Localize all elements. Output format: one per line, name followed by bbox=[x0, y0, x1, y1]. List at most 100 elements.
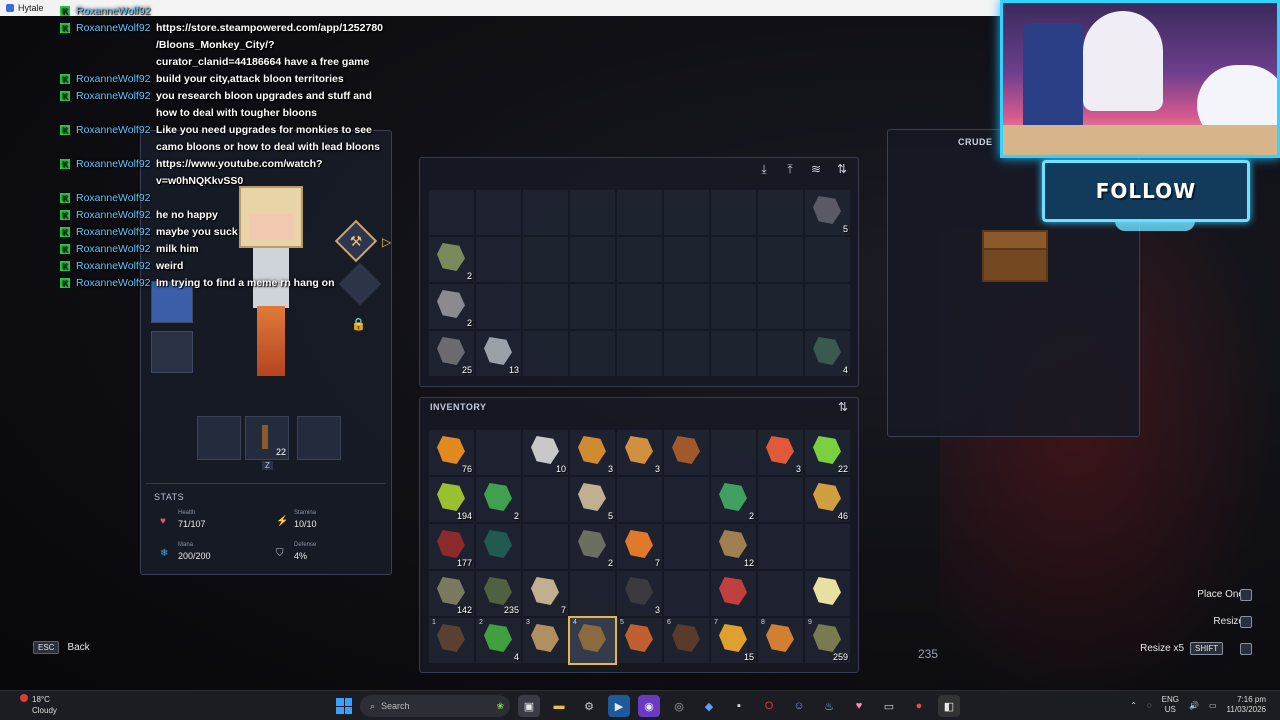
app-icon-heart[interactable]: ♥ bbox=[848, 695, 870, 717]
taskbar-search[interactable]: ⌕ Search ❀ bbox=[360, 695, 510, 717]
clock[interactable]: 7:16 pm 11/03/2026 bbox=[1227, 695, 1266, 715]
inventory-slot[interactable]: 10 bbox=[523, 430, 568, 475]
app-icon-purple[interactable]: ◉ bbox=[638, 695, 660, 717]
app-icon-diamond[interactable]: ◆ bbox=[698, 695, 720, 717]
storage-slot[interactable] bbox=[570, 190, 615, 235]
storage-slot[interactable]: 25 bbox=[429, 331, 474, 376]
storage-slot[interactable] bbox=[664, 331, 709, 376]
storage-slot[interactable] bbox=[523, 284, 568, 329]
inventory-slot[interactable] bbox=[523, 477, 568, 522]
app-icon-red[interactable]: ● bbox=[908, 695, 930, 717]
inventory-slot[interactable]: 3 bbox=[617, 571, 662, 616]
inventory-slot[interactable]: 24 bbox=[476, 618, 521, 663]
windows-start-icon[interactable] bbox=[336, 698, 352, 714]
weather-widget[interactable]: 18°C Cloudy bbox=[20, 694, 57, 716]
app-icon-terminal[interactable]: ▪ bbox=[728, 695, 750, 717]
stack-icon[interactable]: ≋ bbox=[808, 162, 824, 177]
app-icon-monitor[interactable]: ▭ bbox=[878, 695, 900, 717]
inventory-slot[interactable]: 5 bbox=[617, 618, 662, 663]
tray-chevron-icon[interactable]: ⌃ bbox=[1130, 701, 1137, 710]
storage-slot[interactable] bbox=[570, 331, 615, 376]
inventory-slot[interactable]: 2 bbox=[476, 477, 521, 522]
chat-username[interactable]: RoxanneWolf92 bbox=[76, 3, 156, 20]
inventory-slot[interactable] bbox=[476, 524, 521, 569]
inventory-slot[interactable] bbox=[805, 571, 850, 616]
storage-slot[interactable] bbox=[476, 284, 521, 329]
storage-slot[interactable] bbox=[805, 284, 850, 329]
hytale-taskbar-icon[interactable]: ◧ bbox=[938, 695, 960, 717]
upload-icon[interactable]: ⤒ bbox=[782, 162, 798, 177]
storage-slot[interactable]: 4 bbox=[805, 331, 850, 376]
chat-username[interactable]: RoxanneWolf92 bbox=[76, 207, 156, 224]
inventory-slot[interactable]: 142 bbox=[429, 571, 474, 616]
inventory-sort-icon[interactable]: ⇅ bbox=[838, 400, 848, 414]
storage-slot[interactable] bbox=[617, 190, 662, 235]
chat-username[interactable]: RoxanneWolf92 bbox=[76, 258, 156, 275]
storage-slot[interactable] bbox=[758, 237, 803, 282]
storage-slot[interactable] bbox=[617, 331, 662, 376]
inventory-slot[interactable]: 3 bbox=[570, 430, 615, 475]
chat-username[interactable]: RoxanneWolf92 bbox=[76, 20, 156, 71]
discord-icon[interactable]: ☺ bbox=[788, 695, 810, 717]
utility-slot-right[interactable] bbox=[297, 416, 341, 460]
storage-slot[interactable] bbox=[523, 190, 568, 235]
inventory-slot[interactable] bbox=[758, 571, 803, 616]
tray-app-icon[interactable]: ◌ bbox=[1147, 701, 1152, 710]
app-icon-grey[interactable]: ◎ bbox=[668, 695, 690, 717]
inventory-slot[interactable]: 3 bbox=[758, 430, 803, 475]
inventory-slot[interactable] bbox=[664, 571, 709, 616]
inventory-slot[interactable]: 4 bbox=[568, 616, 617, 665]
chat-username[interactable]: RoxanneWolf92 bbox=[76, 224, 156, 241]
storage-slot[interactable] bbox=[758, 190, 803, 235]
inventory-slot[interactable]: 2 bbox=[711, 477, 756, 522]
storage-slot[interactable] bbox=[805, 237, 850, 282]
storage-slot[interactable] bbox=[664, 284, 709, 329]
inventory-slot[interactable] bbox=[476, 430, 521, 475]
language-indicator[interactable]: ENG US bbox=[1162, 695, 1179, 715]
chat-username[interactable]: RoxanneWolf92 bbox=[76, 122, 156, 156]
storage-slot[interactable]: 5 bbox=[805, 190, 850, 235]
chat-username[interactable]: RoxanneWolf92 bbox=[76, 190, 156, 207]
inventory-slot[interactable]: 6 bbox=[664, 618, 709, 663]
inventory-slot[interactable] bbox=[664, 477, 709, 522]
storage-slot[interactable] bbox=[711, 237, 756, 282]
inventory-slot[interactable] bbox=[664, 524, 709, 569]
lock-icon[interactable]: 🔒 bbox=[351, 317, 366, 331]
utility-slot-torch[interactable]: 22 bbox=[245, 416, 289, 460]
inventory-slot[interactable]: 177 bbox=[429, 524, 474, 569]
inventory-slot[interactable] bbox=[758, 477, 803, 522]
storage-slot[interactable]: 13 bbox=[476, 331, 521, 376]
file-explorer-icon[interactable]: ▬ bbox=[548, 695, 570, 717]
storage-slot[interactable] bbox=[758, 284, 803, 329]
inventory-slot[interactable] bbox=[758, 524, 803, 569]
equip-slot-legs[interactable] bbox=[151, 331, 193, 373]
inventory-slot[interactable]: 235 bbox=[476, 571, 521, 616]
inventory-slot[interactable]: 5 bbox=[570, 477, 615, 522]
follow-banner[interactable]: FOLLOW bbox=[1042, 160, 1250, 231]
opera-icon[interactable]: O bbox=[758, 695, 780, 717]
inventory-slot[interactable]: 7 bbox=[617, 524, 662, 569]
inventory-slot[interactable] bbox=[805, 524, 850, 569]
storage-slot[interactable]: 2 bbox=[429, 284, 474, 329]
back-hint[interactable]: ESC Back bbox=[33, 641, 90, 654]
storage-slot[interactable] bbox=[429, 190, 474, 235]
storage-slot[interactable] bbox=[476, 190, 521, 235]
sort-icon[interactable]: ⇅ bbox=[834, 162, 850, 177]
storage-slot[interactable] bbox=[617, 237, 662, 282]
inventory-slot[interactable] bbox=[617, 477, 662, 522]
inventory-slot[interactable] bbox=[711, 430, 756, 475]
inventory-slot[interactable]: 7 bbox=[523, 571, 568, 616]
storage-slot[interactable] bbox=[617, 284, 662, 329]
inventory-slot[interactable]: 12 bbox=[711, 524, 756, 569]
storage-slot[interactable] bbox=[664, 237, 709, 282]
inventory-slot[interactable] bbox=[570, 571, 615, 616]
storage-slot[interactable]: 2 bbox=[429, 237, 474, 282]
storage-slot[interactable] bbox=[711, 190, 756, 235]
storage-slot[interactable] bbox=[664, 190, 709, 235]
settings-icon[interactable]: ⚙ bbox=[578, 695, 600, 717]
task-view-icon[interactable]: ▣ bbox=[518, 695, 540, 717]
store-icon[interactable]: ▶ bbox=[608, 695, 630, 717]
chat-username[interactable]: RoxanneWolf92 bbox=[76, 275, 156, 292]
inventory-slot[interactable]: 7 15 bbox=[711, 618, 756, 663]
storage-slot[interactable] bbox=[523, 237, 568, 282]
